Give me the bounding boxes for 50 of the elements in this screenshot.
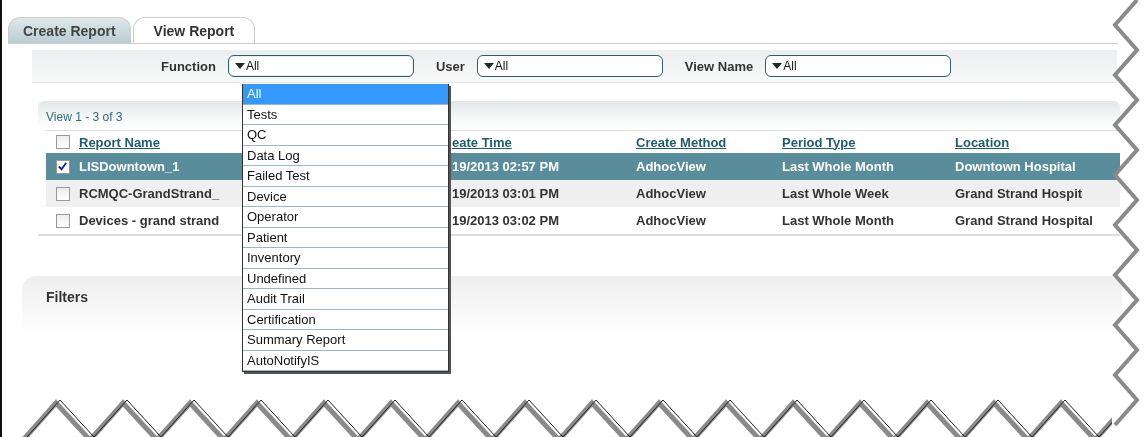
column-header-link[interactable]: Report Name [79,134,160,150]
table-cell: Last Whole Month [782,213,894,228]
checkbox[interactable] [55,186,70,201]
table-cell: AdhocView [636,186,706,201]
caret-icon [234,63,245,69]
table-cell: AdhocView [636,213,706,228]
tab[interactable]: Create Report [8,17,131,43]
dropdown-select[interactable]: All [765,55,952,77]
table-cell: 19/2013 03:01 PM [452,186,559,201]
table-cell: Last Whole Month [782,159,894,174]
menu-item[interactable]: Patient [243,227,448,248]
filter-label: User [435,58,465,74]
menu-item[interactable]: Summary Report [243,330,448,351]
caret-icon [483,63,494,69]
column-header-link[interactable]: eate Time [452,134,512,150]
caret-icon [772,63,783,69]
column-header-link[interactable]: Period Type [782,134,856,150]
menu-item[interactable]: Data Log [243,145,448,166]
menu-item[interactable]: Undefined [243,268,448,289]
menu-item[interactable]: Inventory [243,248,448,269]
table-cell: LISDowntown_1 [79,159,180,174]
column-header-link[interactable]: Location [955,134,1010,150]
checkbox[interactable] [55,159,70,174]
menu-item[interactable]: Certification [243,309,448,330]
table-cell: Downtown Hospital [955,159,1076,174]
menu-item[interactable]: Operator [243,207,448,228]
menu-item[interactable]: Tests [243,104,448,125]
checkbox[interactable] [55,213,70,228]
table-cell: Devices - grand strand [79,213,220,228]
dropdown-select[interactable]: All [476,55,663,77]
table-cell: 19/2013 02:57 PM [452,159,559,174]
tab[interactable]: View Report [132,17,256,43]
table-cell: Grand Strand Hospit [955,186,1083,201]
column-header-link[interactable]: Create Method [636,134,727,150]
filters-title: Filters [46,289,88,305]
menu-item[interactable]: Failed Test [243,166,448,187]
menu-item[interactable]: QC [243,125,448,146]
table-cell: Last Whole Week [782,186,889,201]
menu-item[interactable]: Audit Trail [243,289,448,310]
table-cell: Grand Strand Hospital [955,213,1093,228]
menu-item[interactable]: AutoNotifyIS [243,350,448,371]
table-cell: 19/2013 03:02 PM [452,213,559,228]
menu-item[interactable]: Device [243,186,448,207]
table-cell: AdhocView [636,159,706,174]
table-cell: RCMQC-GrandStrand_ [79,186,220,201]
checkbox[interactable] [55,135,70,149]
filter-label: Function [161,58,216,74]
record-count: View 1 - 3 of 3 [46,110,123,126]
filter-label: View Name [684,58,754,74]
dropdown-select[interactable]: All [227,55,414,77]
